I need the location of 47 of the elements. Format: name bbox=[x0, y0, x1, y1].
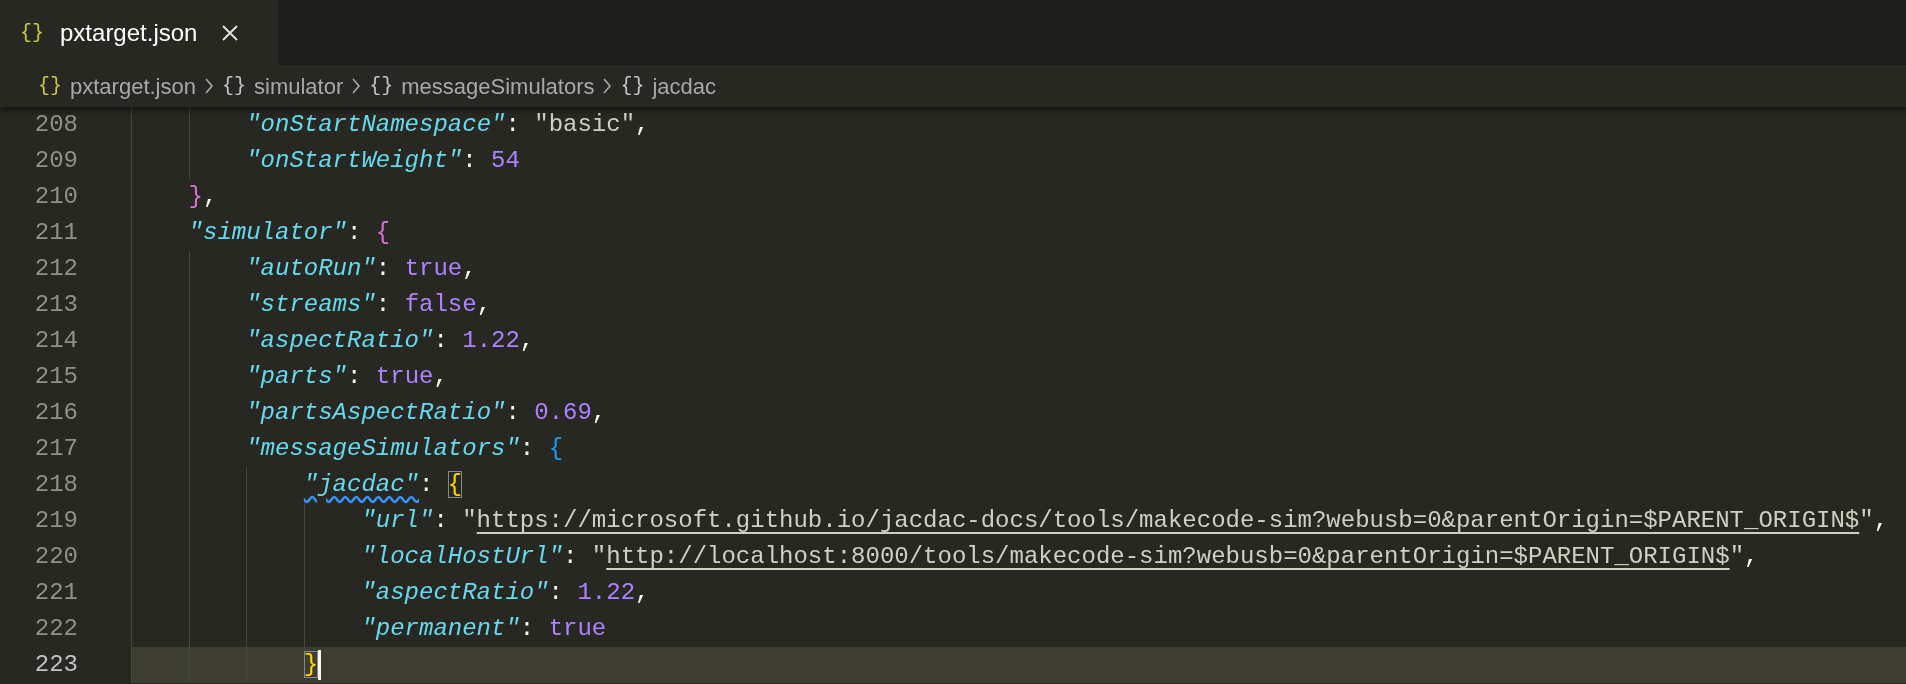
code-line: "jacdac": { bbox=[303, 470, 463, 500]
code-line: "localHostUrl": "http://localhost:8000/tools/makecode-sim?webusb=0&parentOrigin=$PARENT_ORIGIN$", bbox=[361, 542, 1759, 572]
line-number: 223 bbox=[33, 650, 79, 680]
breadcrumb-item[interactable]: pxtarget.json bbox=[70, 69, 196, 103]
breadcrumb-item[interactable]: jacdac bbox=[652, 69, 717, 103]
code-line: "onStartNamespace": "basic", bbox=[246, 110, 650, 140]
code-line: "permanent": true bbox=[361, 614, 607, 644]
line-number: 212 bbox=[33, 254, 79, 284]
code-line: "onStartWeight": 54 bbox=[246, 146, 520, 176]
line-number: 221 bbox=[33, 578, 79, 608]
code-line: "aspectRatio": 1.22, bbox=[361, 578, 650, 608]
code-line: "parts": true, bbox=[246, 362, 448, 392]
braces-icon: {} bbox=[369, 71, 394, 101]
line-number: 220 bbox=[33, 542, 79, 572]
line-number: 222 bbox=[33, 614, 79, 644]
line-number: 216 bbox=[33, 398, 79, 428]
breadcrumb-item[interactable]: simulator bbox=[254, 69, 344, 103]
code-line: "url": "https://microsoft.github.io/jacdac-docs/tools/makecode-sim?webusb=0&parentOrigin=$PARENT_ORIGIN$", bbox=[361, 506, 1889, 536]
line-number: 211 bbox=[33, 218, 79, 248]
line-number: 213 bbox=[33, 290, 79, 320]
code-line: "simulator": { bbox=[188, 218, 391, 248]
code-line: "aspectRatio": 1.22, bbox=[246, 326, 535, 356]
code-line: "autoRun": true, bbox=[246, 254, 477, 284]
close-icon[interactable] bbox=[221, 23, 240, 42]
line-number: 208 bbox=[33, 110, 79, 140]
line-number: 217 bbox=[33, 434, 79, 464]
code-line: "streams": false, bbox=[246, 290, 492, 320]
editor-tab[interactable]: {} pxtarget.json bbox=[0, 0, 278, 65]
breadcrumb-item[interactable]: messageSimulators bbox=[401, 69, 595, 103]
chevron-icon bbox=[204, 77, 214, 95]
braces-icon: {} bbox=[620, 71, 645, 101]
code-line: }, bbox=[188, 182, 218, 212]
braces-icon: {} bbox=[20, 17, 44, 48]
code-line: "partsAspectRatio": 0.69, bbox=[246, 398, 607, 428]
line-number: 219 bbox=[33, 506, 79, 536]
tab-label: pxtarget.json bbox=[60, 17, 198, 48]
line-number: 210 bbox=[33, 182, 79, 212]
braces-icon: {} bbox=[222, 71, 246, 101]
code-line: "messageSimulators": { bbox=[246, 434, 564, 464]
line-number: 209 bbox=[33, 146, 79, 176]
chevron-icon bbox=[602, 77, 613, 95]
braces-icon: {} bbox=[38, 71, 62, 101]
code-line: } bbox=[303, 647, 322, 683]
line-number: 218 bbox=[33, 470, 79, 500]
line-number: 215 bbox=[33, 362, 79, 392]
chevron-icon bbox=[351, 77, 362, 95]
line-number: 214 bbox=[33, 326, 79, 356]
